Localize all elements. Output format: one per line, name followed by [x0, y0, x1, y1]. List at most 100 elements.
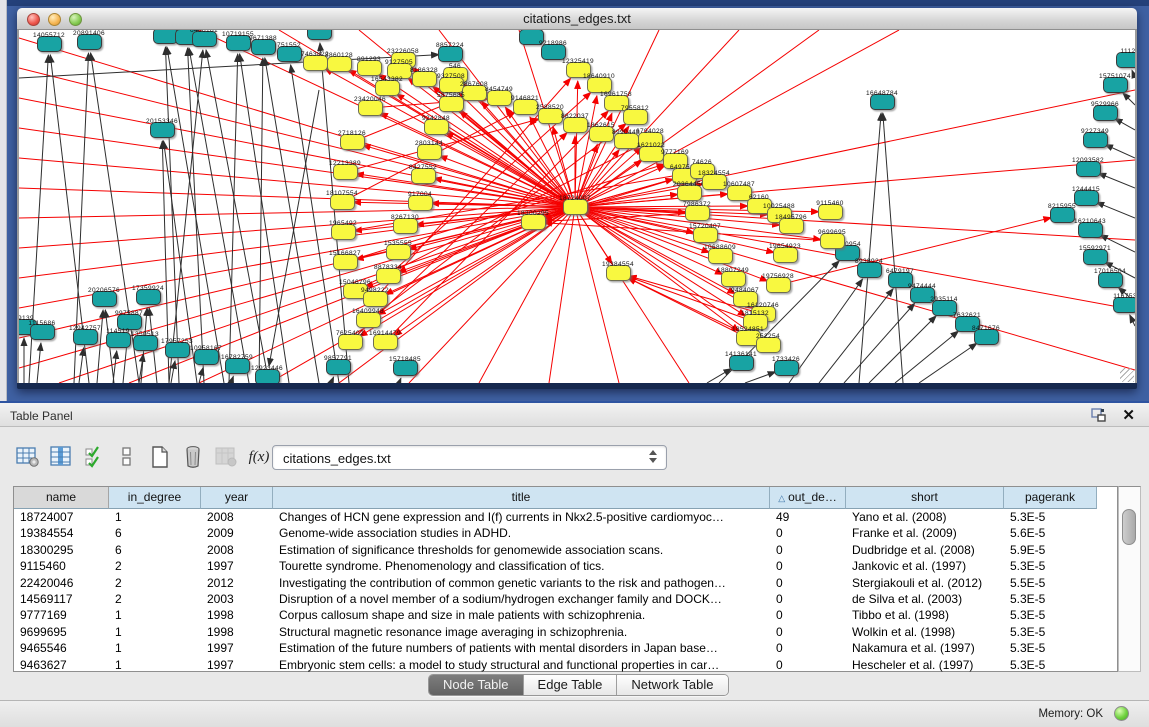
graph-node[interactable]: 17359924: [136, 289, 161, 305]
graph-edge[interactable]: [895, 331, 958, 383]
graph-node[interactable]: 9498222: [363, 291, 388, 307]
tab-network-table[interactable]: Network Table: [617, 675, 727, 695]
tab-edge-table[interactable]: Edge Table: [524, 675, 618, 695]
table-row[interactable]: 977716911998Corpus callosum shape and si…: [14, 607, 1117, 623]
graph-node[interactable]: 18300295: [521, 214, 546, 230]
graph-node[interactable]: 9146821: [513, 99, 538, 115]
tab-node-table[interactable]: Node Table: [429, 675, 524, 695]
graph-edge[interactable]: [19, 207, 575, 278]
graph-node[interactable]: 751552: [277, 46, 302, 62]
scrollbar-thumb[interactable]: [1122, 509, 1136, 545]
graph-edge[interactable]: [919, 343, 977, 383]
graph-node[interactable]: 12213389: [333, 164, 358, 180]
graph-node[interactable]: 1350513: [133, 335, 158, 351]
graph-node[interactable]: 7463822: [303, 55, 328, 71]
graph-node[interactable]: 18495796: [779, 218, 804, 234]
graph-node[interactable]: 1244415: [1074, 190, 1099, 206]
graph-edge[interactable]: [1115, 118, 1135, 130]
graph-edge[interactable]: [844, 303, 915, 383]
table-mode-icon[interactable]: [13, 443, 43, 471]
table-row[interactable]: 1830029562008Estimation of significance …: [14, 542, 1117, 558]
graph-node[interactable]: 9699695: [820, 233, 845, 249]
graph-node[interactable]: 16648784: [870, 94, 895, 110]
graph-node[interactable]: 8427552: [411, 168, 436, 184]
graph-node[interactable]: 2867608: [462, 85, 487, 101]
graph-node[interactable]: 9857791: [326, 359, 351, 375]
graph-edge[interactable]: [575, 207, 1135, 370]
table-row[interactable]: 946554611997Estimation of the future num…: [14, 640, 1117, 656]
graph-node[interactable]: 114519: [106, 332, 131, 348]
graph-edge[interactable]: [1130, 315, 1135, 326]
graph-node[interactable]: 18724007: [563, 199, 588, 215]
graph-node[interactable]: 2588520: [538, 108, 563, 124]
graph-node[interactable]: 9529966: [1093, 105, 1118, 121]
graph-edge[interactable]: [745, 372, 776, 383]
column-header-pagerank[interactable]: pagerank: [1004, 487, 1097, 509]
graph-edge[interactable]: [1132, 70, 1135, 78]
graph-node[interactable]: 20206576: [92, 291, 117, 307]
graph-node[interactable]: 2718126: [340, 134, 365, 150]
window-titlebar[interactable]: citations_edges.txt: [17, 8, 1137, 30]
graph-node[interactable]: 16053809: [307, 30, 332, 40]
graph-edge[interactable]: [97, 310, 103, 383]
graph-node[interactable]: 2803144: [417, 144, 442, 160]
graph-node[interactable]: 1733426: [774, 360, 799, 376]
graph-edge[interactable]: [265, 58, 319, 383]
graph-node[interactable]: 12093582: [1076, 161, 1101, 177]
row-selector-icon[interactable]: [112, 443, 142, 471]
graph-node[interactable]: 8822037: [563, 117, 588, 133]
table-row[interactable]: 946362711997Embryonic stem cells: a mode…: [14, 657, 1117, 673]
graph-node[interactable]: 1862615: [589, 126, 614, 142]
table-vertical-scrollbar[interactable]: [1118, 486, 1141, 672]
graph-edge[interactable]: [1105, 145, 1135, 158]
graph-node[interactable]: 7955812: [623, 109, 648, 125]
graph-edge[interactable]: [19, 38, 575, 207]
graph-edge[interactable]: [549, 207, 575, 383]
graph-node[interactable]: 20153346: [150, 122, 175, 138]
graph-edge[interactable]: [575, 206, 748, 207]
graph-node[interactable]: 116753: [1113, 297, 1136, 313]
graph-node[interactable]: 14055712: [37, 36, 62, 52]
graph-node[interactable]: 16543382: [375, 80, 400, 96]
column-header-short[interactable]: short: [846, 487, 1004, 509]
graph-edge[interactable]: [79, 348, 84, 383]
graph-node[interactable]: 5875685: [439, 96, 464, 112]
graph-node[interactable]: 8215955: [1050, 207, 1075, 223]
graph-node[interactable]: 6466161: [192, 31, 217, 47]
import-table-icon[interactable]: [211, 443, 241, 471]
graph-node[interactable]: 8990448: [614, 133, 639, 149]
table-row[interactable]: 911546021997Tourette syndrome. Phenomeno…: [14, 558, 1117, 574]
table-row[interactable]: 969969511998Structural magnetic resonanc…: [14, 624, 1117, 640]
graph-node[interactable]: 16409948: [356, 312, 381, 328]
graph-node[interactable]: 19756928: [766, 277, 791, 293]
graph-node[interactable]: 1535555: [386, 244, 411, 260]
graph-node[interactable]: 19384554: [606, 265, 631, 281]
graph-edge[interactable]: [778, 218, 1051, 285]
graph-edge[interactable]: [883, 113, 903, 383]
close-panel-icon[interactable]: ✕: [1122, 406, 1135, 424]
table-selector-dropdown[interactable]: citations_edges.txt: [272, 445, 667, 470]
graph-edge[interactable]: [231, 376, 233, 383]
graph-node[interactable]: 8186328: [412, 71, 437, 87]
float-panel-icon[interactable]: [1091, 408, 1107, 423]
function-builder-icon[interactable]: f(x): [244, 443, 274, 471]
graph-edge[interactable]: [859, 113, 881, 383]
graph-edge[interactable]: [1098, 173, 1135, 188]
graph-node[interactable]: 10653287: [153, 30, 178, 44]
graph-node[interactable]: 15592971: [1083, 249, 1108, 265]
graph-node[interactable]: 891293: [357, 60, 382, 76]
column-header-out_de[interactable]: △out_de…: [770, 487, 846, 509]
graph-node[interactable]: 14136141: [729, 355, 754, 371]
graph-node[interactable]: 8860128: [327, 56, 352, 72]
memory-ok-led-icon[interactable]: [1114, 706, 1129, 721]
delete-column-icon[interactable]: [178, 443, 208, 471]
graph-node[interactable]: 15720407: [693, 227, 718, 243]
graph-edge[interactable]: [171, 361, 175, 383]
graph-node[interactable]: 20364456: [677, 185, 702, 201]
select-columns-icon[interactable]: [79, 443, 109, 471]
graph-edge[interactable]: [240, 54, 289, 383]
graph-edge[interactable]: [1096, 202, 1135, 218]
graph-edge[interactable]: [707, 369, 732, 383]
graph-node[interactable]: 1621022: [639, 146, 664, 162]
graph-node[interactable]: 19654923: [773, 247, 798, 263]
